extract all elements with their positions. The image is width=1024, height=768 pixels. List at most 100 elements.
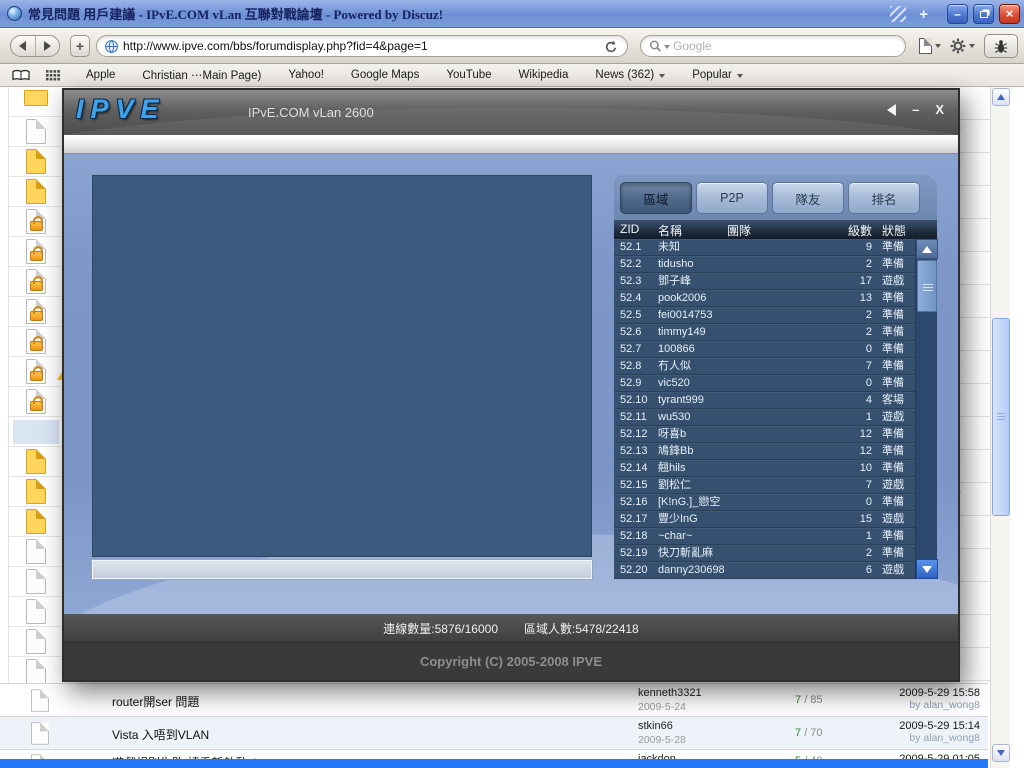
topic-page-icon [31, 722, 49, 745]
topsites-grid-icon[interactable] [46, 69, 60, 81]
bookmark-item[interactable]: Popular [692, 69, 743, 81]
zone-row[interactable]: 52.8 冇人似 7 準備 [614, 358, 915, 375]
zone-row[interactable]: 52.6 timmy149 2 準備 [614, 324, 915, 341]
back-button[interactable] [11, 36, 35, 56]
zone-table-header: ZID 名稱 團隊 級數 狀態 [614, 220, 937, 239]
zone-user-count: 區域人數:5478/22418 [524, 621, 639, 636]
bookmark-item[interactable]: Wikipedia [519, 69, 569, 81]
topic-icon [25, 449, 46, 474]
forum-thread-row[interactable]: router開ser 問題 kenneth3321 2009-5-24 7 / … [0, 683, 988, 716]
zone-zid: 52.3 [620, 275, 642, 287]
zone-row[interactable]: 52.3 鄧子峰 17 遊戲 [614, 273, 915, 290]
scroll-up-button[interactable] [992, 88, 1010, 106]
zone-row[interactable]: 52.9 vic520 0 準備 [614, 375, 915, 392]
zone-row[interactable]: 52.5 fei0014753 2 準備 [614, 307, 915, 324]
zone-row[interactable]: 52.2 tidusho 2 準備 [614, 256, 915, 273]
topic-icon-cell [9, 327, 62, 357]
lastpost-date: 2009-5-29 15:58 [899, 687, 980, 699]
zone-row[interactable]: 52.15 劉松仁 7 遊戲 [614, 477, 915, 494]
thread-author[interactable]: kenneth3321 [638, 687, 702, 699]
zone-row[interactable]: 52.1 未知 9 準備 [614, 239, 915, 256]
zone-row[interactable]: 52.10 tyrant999 4 客場 [614, 392, 915, 409]
restore-button[interactable] [973, 4, 994, 24]
vlan-back-icon[interactable] [887, 104, 897, 116]
vlan-tab[interactable]: P2P [696, 182, 768, 214]
settings-menu-button[interactable] [950, 38, 975, 54]
thread-author[interactable]: stkin66 [638, 720, 673, 732]
vlan-tab-label: 隊友 [795, 192, 821, 207]
search-input[interactable] [673, 37, 893, 55]
lock-badge-icon [29, 336, 43, 351]
zone-row[interactable]: 52.7 100866 0 準備 [614, 341, 915, 358]
forum-thread-row[interactable]: Vista 入唔到VLAN stkin66 2009-5-28 7 / 70 2… [0, 716, 988, 749]
forward-button[interactable] [34, 36, 60, 56]
scrollbar-thumb[interactable] [992, 318, 1010, 516]
bookmark-item[interactable]: Apple [86, 69, 115, 81]
address-bar[interactable] [96, 35, 628, 57]
bookmark-item[interactable]: YouTube [446, 69, 491, 81]
lastpost-author[interactable]: by alan_wong8 [899, 699, 980, 711]
vlan-titlebar[interactable]: IPVE IPvE.COM vLan 2600 [64, 90, 958, 135]
thread-title[interactable]: router開ser 問題 [112, 693, 199, 710]
map-panel[interactable] [92, 175, 592, 557]
toolbar-right-icons [919, 34, 1018, 58]
zone-scrollbar-thumb[interactable] [917, 260, 937, 312]
zone-row[interactable]: 52.20 danny230698 6 遊戲 [614, 562, 915, 579]
vlan-tab[interactable]: 排名 [848, 182, 920, 214]
search-bar[interactable] [640, 35, 906, 57]
zone-level: 10 [859, 462, 872, 474]
zone-status: 準備 [882, 292, 904, 304]
vlan-close-button[interactable]: X [935, 103, 944, 117]
zone-row[interactable]: 52.17 豐少InG 15 遊戲 [614, 511, 915, 528]
arrow-up-icon [922, 245, 932, 253]
vlan-tab[interactable]: 隊友 [772, 182, 844, 214]
zone-level: 12 [859, 428, 872, 440]
bookmark-dropdown-arrow-icon [659, 73, 666, 81]
vlan-tab[interactable]: 區域 [620, 182, 692, 214]
topic-icon-cell [9, 627, 62, 657]
reload-icon[interactable] [604, 40, 618, 54]
page-icon [919, 38, 932, 54]
bookmark-item[interactable]: Christian ⋯Main Page) [142, 68, 261, 82]
zone-player-name: 100866 [658, 343, 695, 355]
zone-row[interactable]: 52.12 呀喜b 12 準備 [614, 426, 915, 443]
bookmark-item[interactable]: News (362) [595, 69, 666, 81]
zone-row[interactable]: 52.18 ~char~ 1 準備 [614, 528, 915, 545]
zone-zid: 52.16 [620, 496, 648, 508]
zone-scroll-down-button[interactable] [916, 559, 938, 579]
zone-level: 2 [865, 258, 872, 270]
scroll-down-button[interactable] [992, 744, 1010, 762]
topic-icon [25, 299, 46, 324]
zone-player-name: 鄧子峰 [658, 275, 691, 287]
topic-icon [25, 539, 46, 564]
add-bookmark-button[interactable]: + [70, 35, 90, 57]
bookmarks-book-icon[interactable] [12, 69, 30, 82]
zone-scroll-up-button[interactable] [916, 239, 938, 259]
thread-title[interactable]: Vista 入唔到VLAN [112, 726, 209, 743]
close-button[interactable]: × [999, 4, 1020, 24]
zone-row[interactable]: 52.13 鳩鋒Bb 12 準備 [614, 443, 915, 460]
zone-row[interactable]: 52.19 快刀斬亂麻 2 準備 [614, 545, 915, 562]
minimize-button[interactable]: – [947, 4, 968, 24]
zone-status: 遊戲 [882, 479, 904, 491]
vlan-minimize-button[interactable]: – [912, 103, 919, 117]
browser-titlebar: 常見問題 用戶建議 - IPvE.COM vLan 互聯對戰論壇 - Power… [0, 0, 1024, 28]
zone-status: 準備 [882, 258, 904, 270]
report-bug-button[interactable] [984, 34, 1018, 58]
vlan-tab-label: 區域 [643, 192, 669, 207]
zone-row[interactable]: 52.11 wu530 1 遊戲 [614, 409, 915, 426]
bookmark-item[interactable]: Google Maps [351, 69, 419, 81]
topic-icon-cell [9, 357, 62, 387]
bookmark-item[interactable]: Yahoo! [288, 69, 324, 81]
lastpost-author[interactable]: by alan_wong8 [899, 732, 980, 744]
zone-player-name: [K!nG.]_戀空 [658, 496, 721, 508]
zone-row[interactable]: 52.14 翹hils 10 準備 [614, 460, 915, 477]
url-input[interactable] [123, 37, 593, 55]
new-window-plus-icon[interactable]: + [919, 6, 928, 23]
zone-row[interactable]: 52.16 [K!nG.]_戀空 0 準備 [614, 494, 915, 511]
map-horizontal-scrollbar[interactable] [91, 559, 593, 580]
topic-icon [25, 119, 46, 144]
zone-row[interactable]: 52.4 pook2006 13 準備 [614, 290, 915, 307]
topic-icon-cell [9, 447, 62, 477]
page-menu-button[interactable] [919, 38, 941, 54]
